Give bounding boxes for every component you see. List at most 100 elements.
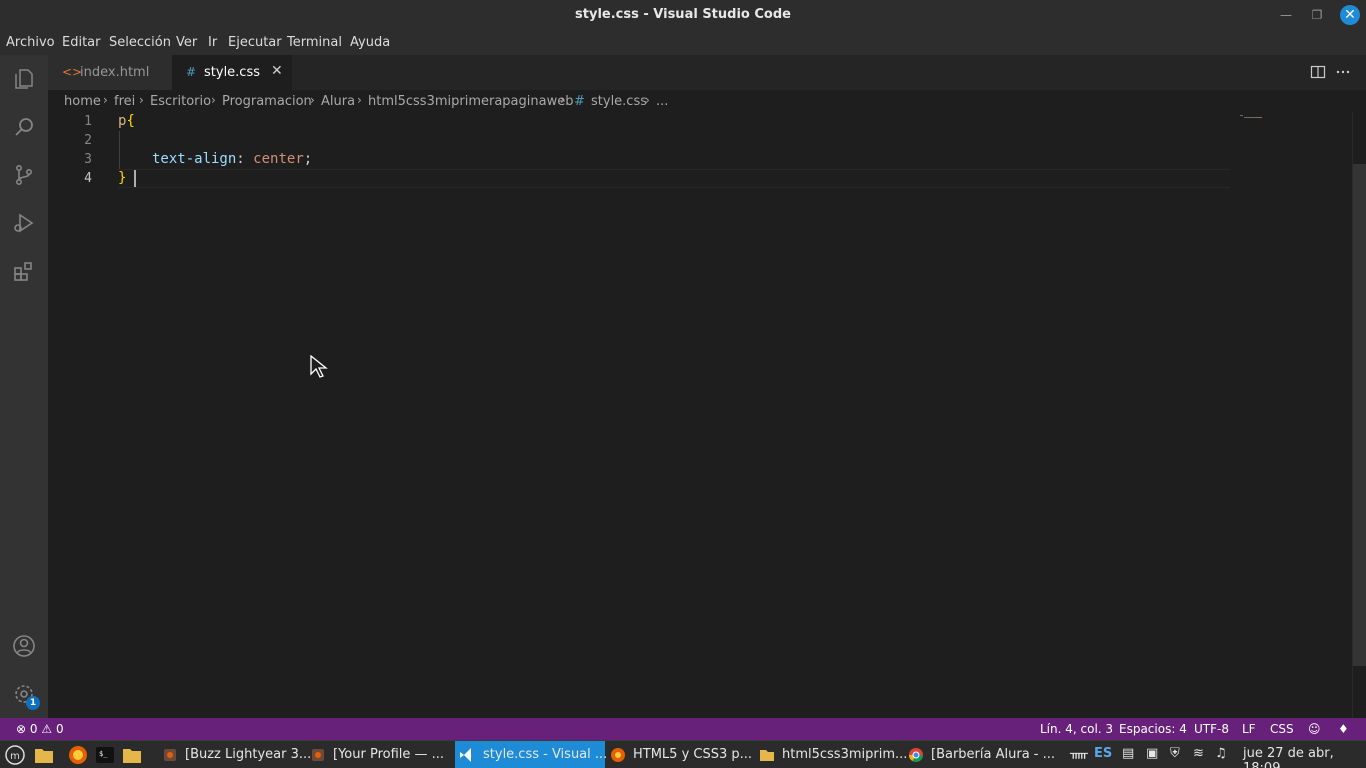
tab-label: style.css <box>204 65 260 80</box>
menu-logo-icon[interactable]: m <box>5 745 25 765</box>
keyboard-layout[interactable]: ES <box>1094 746 1112 761</box>
breadcrumb-item[interactable]: home <box>64 94 101 109</box>
indent-guide <box>119 131 120 169</box>
extensions-icon[interactable] <box>0 247 48 295</box>
tab-bar: <> index.html # style.css ✕ <box>48 55 1366 90</box>
status-bar: ⊗ 0 ⚠ 0 Lín. 4, col. 3 Espacios: 4 UTF-8… <box>0 718 1366 740</box>
open-brace: { <box>126 113 135 129</box>
code-line-1: p{ <box>118 113 135 129</box>
wifi-icon[interactable]: ≋ <box>1193 746 1204 761</box>
breadcrumb-item[interactable]: Alura <box>321 94 355 109</box>
breadcrumb-item[interactable]: ... <box>656 94 668 109</box>
minimap-line <box>1256 117 1262 118</box>
account-icon[interactable] <box>0 622 48 670</box>
menu-seleccion[interactable]: Selección <box>109 35 171 50</box>
breadcrumb-item[interactable]: Escritorio <box>150 94 211 109</box>
run-debug-icon[interactable] <box>0 199 48 247</box>
firefox-launcher-icon[interactable] <box>68 745 88 765</box>
current-line-highlight <box>118 169 1230 188</box>
breadcrumb-item[interactable]: Programacion <box>222 94 312 109</box>
os-taskbar: m $_ [Buzz Lightyear 3... [Your Profile … <box>0 740 1366 768</box>
firefox-icon <box>611 748 625 762</box>
vscode-icon <box>460 748 471 762</box>
explorer-icon[interactable] <box>0 55 48 103</box>
taskbar-window-label: [Barbería Alura - ... <box>931 747 1056 762</box>
maximize-button[interactable]: ❐ <box>1307 5 1327 25</box>
firefox-icon <box>164 749 176 761</box>
close-window-button[interactable]: ✕ <box>1340 5 1360 25</box>
warning-count: 0 <box>55 722 64 736</box>
taskbar-window[interactable]: html5css3miprim... <box>755 741 907 768</box>
taskbar-window[interactable]: [Barbería Alura - ... <box>904 741 1056 768</box>
taskbar-window-label: style.css - Visual ... <box>483 747 608 762</box>
minimize-button[interactable]: — <box>1276 5 1296 25</box>
menu-terminal[interactable]: Terminal <box>287 35 342 50</box>
taskbar-window-label: [Buzz Lightyear 3... <box>185 747 312 762</box>
clipboard-icon[interactable]: ▤ <box>1122 746 1134 761</box>
tab-index-html[interactable]: <> index.html <box>48 55 172 90</box>
menu-bar: Archivo Editar Selección Ver Ir Ejecutar… <box>0 30 1366 55</box>
firefox-icon <box>312 749 324 761</box>
terminal-launcher-icon[interactable]: $_ <box>95 745 115 765</box>
clock[interactable]: jue 27 de abr, 18:09 <box>1243 746 1366 768</box>
notifications-bell-icon[interactable]: ♦ <box>1338 722 1349 736</box>
svg-text:$_: $_ <box>99 750 108 758</box>
source-control-icon[interactable] <box>0 151 48 199</box>
problems-indicator[interactable]: ⊗ 0 ⚠ 0 <box>16 722 64 736</box>
language-mode[interactable]: CSS <box>1270 722 1294 736</box>
menu-archivo[interactable]: Archivo <box>6 35 55 50</box>
close-brace: } <box>118 170 127 186</box>
text-cursor <box>134 170 136 187</box>
shield-icon[interactable]: ⛨ <box>1170 746 1180 761</box>
taskbar-window[interactable]: HTML5 y CSS3 p... <box>606 741 754 768</box>
css-file-icon: # <box>186 65 197 79</box>
breadcrumb-item[interactable]: style.css <box>591 94 647 109</box>
line-number: 4 <box>84 171 92 186</box>
update-manager-icon[interactable]: ▣ <box>1146 746 1158 761</box>
breadcrumb-item[interactable]: html5css3miprimerapaginaweb <box>368 94 573 109</box>
split-editor-icon[interactable] <box>1310 64 1326 80</box>
menu-ejecutar[interactable]: Ejecutar <box>228 35 282 50</box>
mouse-pointer-icon <box>310 355 328 378</box>
folder-launcher-icon[interactable] <box>34 745 54 765</box>
indentation[interactable]: Espacios: 4 <box>1119 722 1187 736</box>
scrollbar-thumb[interactable] <box>1353 164 1366 666</box>
code-editor[interactable]: 1 2 3 4 p{ text-align: center; } <box>48 112 1366 718</box>
taskbar-window-active[interactable]: style.css - Visual ... <box>455 741 608 768</box>
menu-ver[interactable]: Ver <box>176 35 197 50</box>
search-icon[interactable] <box>0 103 48 151</box>
bluetooth-icon[interactable]: ᚅ <box>1070 746 1088 761</box>
breadcrumb: home › frei › Escritorio › Programacion … <box>48 90 1366 112</box>
taskbar-window[interactable]: [Your Profile — ... <box>306 741 454 768</box>
tab-style-css[interactable]: # style.css ✕ <box>172 55 292 90</box>
update-badge: 1 <box>26 696 40 710</box>
files-launcher-icon[interactable] <box>122 745 142 765</box>
close-tab-icon[interactable]: ✕ <box>271 63 283 79</box>
title-bar: style.css - Visual Studio Code — ❐ ✕ <box>0 0 1366 30</box>
css-file-icon: # <box>574 94 585 109</box>
menu-ir[interactable]: Ir <box>208 35 217 50</box>
line-number: 2 <box>84 133 92 148</box>
css-value: center <box>253 151 304 167</box>
taskbar-window-label: [Your Profile — ... <box>333 747 445 762</box>
taskbar-window-label: HTML5 y CSS3 p... <box>633 747 753 762</box>
breadcrumb-item[interactable]: frei <box>114 94 135 109</box>
menu-editar[interactable]: Editar <box>62 35 101 50</box>
chevron-right-icon: › <box>139 93 144 107</box>
feedback-icon[interactable]: ☺ <box>1308 722 1321 736</box>
encoding[interactable]: UTF-8 <box>1194 722 1229 736</box>
minimap-line <box>1240 115 1243 116</box>
end-of-line[interactable]: LF <box>1242 722 1256 736</box>
chevron-right-icon: › <box>645 93 650 107</box>
taskbar-window[interactable]: [Buzz Lightyear 3... <box>158 741 311 768</box>
taskbar-window-label: html5css3miprim... <box>782 747 908 762</box>
settings-gear-icon[interactable]: 1 <box>0 670 48 718</box>
line-number: 3 <box>84 152 92 167</box>
menu-ayuda[interactable]: Ayuda <box>350 35 390 50</box>
volume-icon[interactable]: ♫ <box>1215 746 1227 761</box>
more-actions-icon[interactable] <box>1335 64 1351 80</box>
cursor-position[interactable]: Lín. 4, col. 3 <box>1040 722 1113 736</box>
activity-bar: 1 <box>0 55 48 718</box>
minimap-line <box>1244 117 1256 118</box>
error-icon: ⊗ <box>16 722 27 736</box>
